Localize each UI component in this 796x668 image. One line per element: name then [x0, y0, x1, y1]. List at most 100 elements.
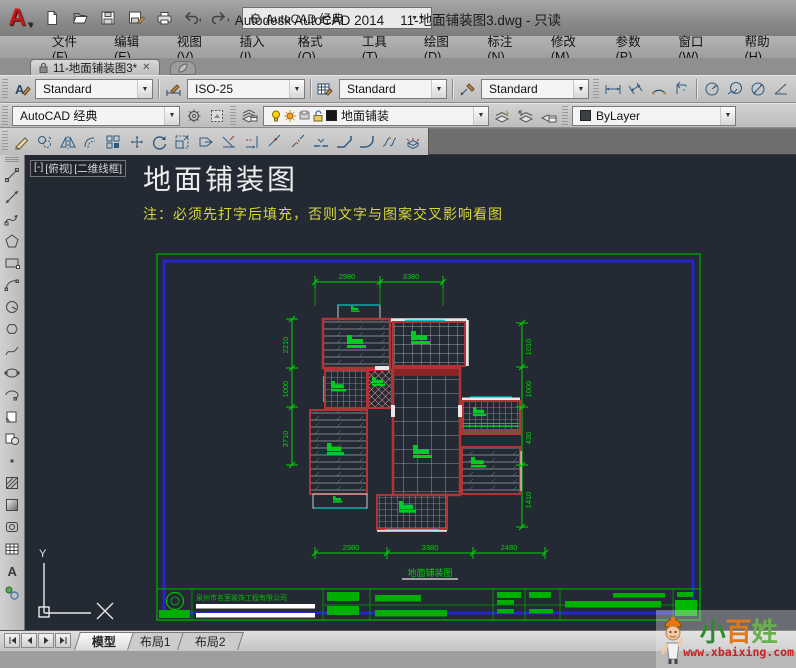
- text-style-icon[interactable]: A: [10, 78, 33, 100]
- workspace-settings-gear-icon[interactable]: [182, 105, 205, 127]
- workspace-chevron-down-icon: ▼▼: [411, 15, 425, 22]
- ucs-icon: [39, 563, 113, 619]
- insert-block-icon[interactable]: [1, 406, 23, 428]
- trim-icon[interactable]: [217, 131, 240, 153]
- color-dropdown[interactable]: ByLayer ▼: [572, 106, 736, 126]
- region-icon[interactable]: [1, 516, 23, 538]
- undo-icon[interactable]: [180, 6, 204, 30]
- erase-icon[interactable]: [10, 131, 33, 153]
- break-at-point-icon[interactable]: [263, 131, 286, 153]
- scale-icon[interactable]: [171, 131, 194, 153]
- dim-ordinate-icon[interactable]: [670, 78, 693, 100]
- last-layout-icon[interactable]: [55, 633, 71, 648]
- toolbar-grip[interactable]: [5, 157, 19, 162]
- mleader-style-dropdown[interactable]: Standard▼: [481, 79, 589, 99]
- tab-model[interactable]: 模型: [74, 632, 134, 650]
- move-icon[interactable]: [125, 131, 148, 153]
- drawing-canvas[interactable]: 2980 3380 2980 3380 2480 2210 1000 3710 …: [25, 155, 796, 630]
- dim-style-icon[interactable]: [162, 78, 185, 100]
- svg-text:1000: 1000: [524, 381, 533, 398]
- rectangle-icon[interactable]: [1, 252, 23, 274]
- dim-arc-length-icon[interactable]: [647, 78, 670, 100]
- layer-states-icon[interactable]: [537, 105, 560, 127]
- text-style-dropdown[interactable]: Standard▼: [35, 79, 153, 99]
- viewport-minus-control[interactable]: [-]: [34, 161, 43, 176]
- file-tab-bar: 11-地面铺装图3* ✕: [0, 58, 796, 75]
- arc-icon[interactable]: [1, 274, 23, 296]
- polygon-icon[interactable]: [1, 230, 23, 252]
- dim-radius-icon[interactable]: [700, 78, 723, 100]
- gradient-icon[interactable]: [1, 494, 23, 516]
- extend-icon[interactable]: [240, 131, 263, 153]
- save-icon[interactable]: [96, 6, 120, 30]
- plot-icon[interactable]: [152, 6, 176, 30]
- dim-diameter-icon[interactable]: [746, 78, 769, 100]
- hatch-icon[interactable]: [1, 472, 23, 494]
- mtext-icon[interactable]: A: [1, 560, 23, 582]
- stretch-icon[interactable]: [194, 131, 217, 153]
- dim-aligned-icon[interactable]: [624, 78, 647, 100]
- workspace-dropdown[interactable]: AutoCAD 经典▼: [12, 106, 180, 126]
- toolbar-grip[interactable]: [562, 106, 568, 124]
- dim-angular-icon[interactable]: [769, 78, 792, 100]
- mirror-icon[interactable]: [56, 131, 79, 153]
- logo-chevron-down-icon: ▼: [26, 20, 34, 29]
- workspace-save-icon[interactable]: [205, 105, 228, 127]
- circle-icon[interactable]: [1, 296, 23, 318]
- toolbar-grip[interactable]: [2, 79, 8, 100]
- save-as-icon[interactable]: [124, 6, 148, 30]
- chamfer-icon[interactable]: [332, 131, 355, 153]
- copy-icon[interactable]: [33, 131, 56, 153]
- open-file-icon[interactable]: [68, 6, 92, 30]
- mleader-style-icon[interactable]: [456, 78, 479, 100]
- revision-cloud-icon[interactable]: [1, 318, 23, 340]
- ellipse-arc-icon[interactable]: [1, 384, 23, 406]
- layout-tab-nav: [4, 633, 71, 648]
- new-file-icon[interactable]: [40, 6, 64, 30]
- first-layout-icon[interactable]: [4, 633, 20, 648]
- table-style-icon[interactable]: [314, 78, 337, 100]
- chevron-down-icon: ▼: [164, 107, 179, 125]
- toolbar-grip[interactable]: [2, 131, 8, 153]
- blend-curves-icon[interactable]: [378, 131, 401, 153]
- file-tab[interactable]: 11-地面铺装图3* ✕: [30, 59, 160, 75]
- autocad-logo[interactable]: A▼: [0, 1, 34, 35]
- layer-dropdown[interactable]: 地面铺装 ▼: [263, 106, 489, 126]
- make-layer-current-icon[interactable]: [491, 105, 514, 127]
- array-icon[interactable]: [102, 131, 125, 153]
- spline-icon[interactable]: [1, 340, 23, 362]
- fillet-icon[interactable]: [355, 131, 378, 153]
- viewport-view-control[interactable]: [俯视]: [45, 161, 72, 176]
- toolbar-grip[interactable]: [593, 79, 599, 100]
- construction-line-icon[interactable]: [1, 186, 23, 208]
- table-style-dropdown[interactable]: Standard▼: [339, 79, 447, 99]
- dim-jogged-icon[interactable]: [723, 78, 746, 100]
- layer-properties-icon[interactable]: [238, 105, 261, 127]
- prev-layout-icon[interactable]: [21, 633, 37, 648]
- offset-icon[interactable]: [79, 131, 102, 153]
- polyline-icon[interactable]: [1, 208, 23, 230]
- join-icon[interactable]: [309, 131, 332, 153]
- toolbar-grip[interactable]: [2, 106, 8, 124]
- table-icon[interactable]: [1, 538, 23, 560]
- layer-previous-icon[interactable]: [514, 105, 537, 127]
- line-icon[interactable]: [1, 164, 23, 186]
- next-layout-icon[interactable]: [38, 633, 54, 648]
- workspace-switcher[interactable]: AutoCAD 经典 ▼▼: [242, 7, 432, 29]
- dim-style-dropdown[interactable]: ISO-25▼: [187, 79, 305, 99]
- redo-icon[interactable]: [208, 6, 232, 30]
- new-tab-button[interactable]: [170, 61, 196, 75]
- explode-icon[interactable]: [401, 131, 424, 153]
- add-selected-icon[interactable]: [1, 582, 23, 604]
- break-icon[interactable]: [286, 131, 309, 153]
- tab-layout2[interactable]: 布局2: [177, 632, 244, 650]
- close-tab-icon[interactable]: ✕: [142, 62, 150, 73]
- svg-text:Y: Y: [39, 548, 47, 560]
- toolbar-grip[interactable]: [230, 106, 236, 124]
- rotate-icon[interactable]: [148, 131, 171, 153]
- point-icon[interactable]: [1, 450, 23, 472]
- make-block-icon[interactable]: [1, 428, 23, 450]
- ellipse-icon[interactable]: [1, 362, 23, 384]
- dim-linear-icon[interactable]: [601, 78, 624, 100]
- viewport-visual-style-control[interactable]: [二维线框]: [74, 161, 122, 176]
